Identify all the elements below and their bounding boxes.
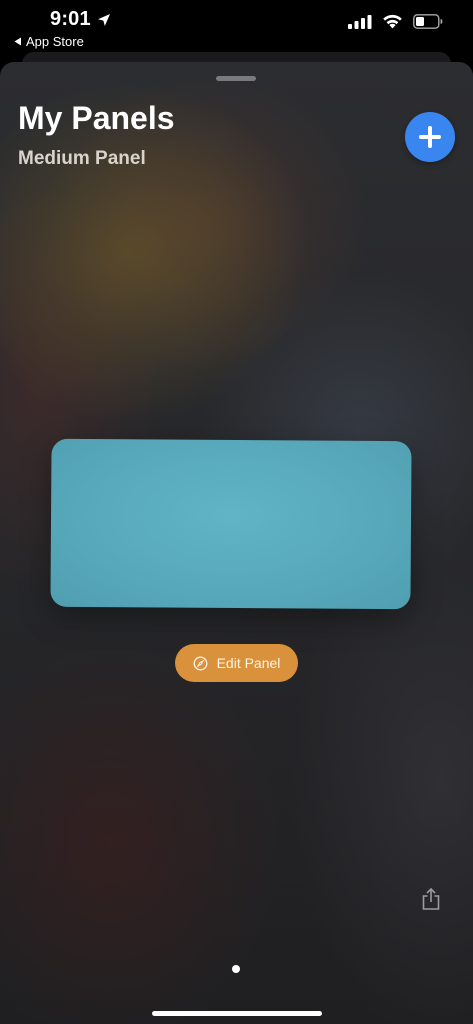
battery-icon xyxy=(413,14,443,29)
status-icons xyxy=(348,14,443,29)
back-triangle-icon xyxy=(14,37,21,46)
status-bar: 9:01 App Store xyxy=(0,0,473,54)
status-time: 9:01 xyxy=(50,8,91,30)
page-title: My Panels xyxy=(18,100,175,136)
page-indicator-dot xyxy=(232,965,240,973)
medium-panel-preview[interactable] xyxy=(50,438,412,610)
share-icon xyxy=(422,887,440,910)
app-screen: 9:01 App Store My Panels Medium Panel Ed… xyxy=(0,0,473,1024)
time-area: 9:01 xyxy=(50,8,111,31)
cellular-signal-icon xyxy=(348,14,372,29)
wifi-icon xyxy=(383,14,402,29)
compass-icon xyxy=(193,656,208,670)
panels-sheet: My Panels Medium Panel Edit Panel xyxy=(0,62,473,1024)
location-arrow-icon xyxy=(97,13,110,26)
home-indicator[interactable] xyxy=(152,1011,322,1016)
back-app-label: App Store xyxy=(26,34,84,49)
plus-icon xyxy=(419,126,441,148)
panel-size-subtitle: Medium Panel xyxy=(18,148,146,169)
share-button[interactable] xyxy=(417,884,445,914)
add-panel-button[interactable] xyxy=(405,112,455,162)
edit-panel-label: Edit Panel xyxy=(216,655,281,671)
sheet-grabber[interactable] xyxy=(216,76,256,81)
back-to-app-store[interactable]: App Store xyxy=(14,34,84,49)
edit-panel-button[interactable]: Edit Panel xyxy=(175,644,298,682)
